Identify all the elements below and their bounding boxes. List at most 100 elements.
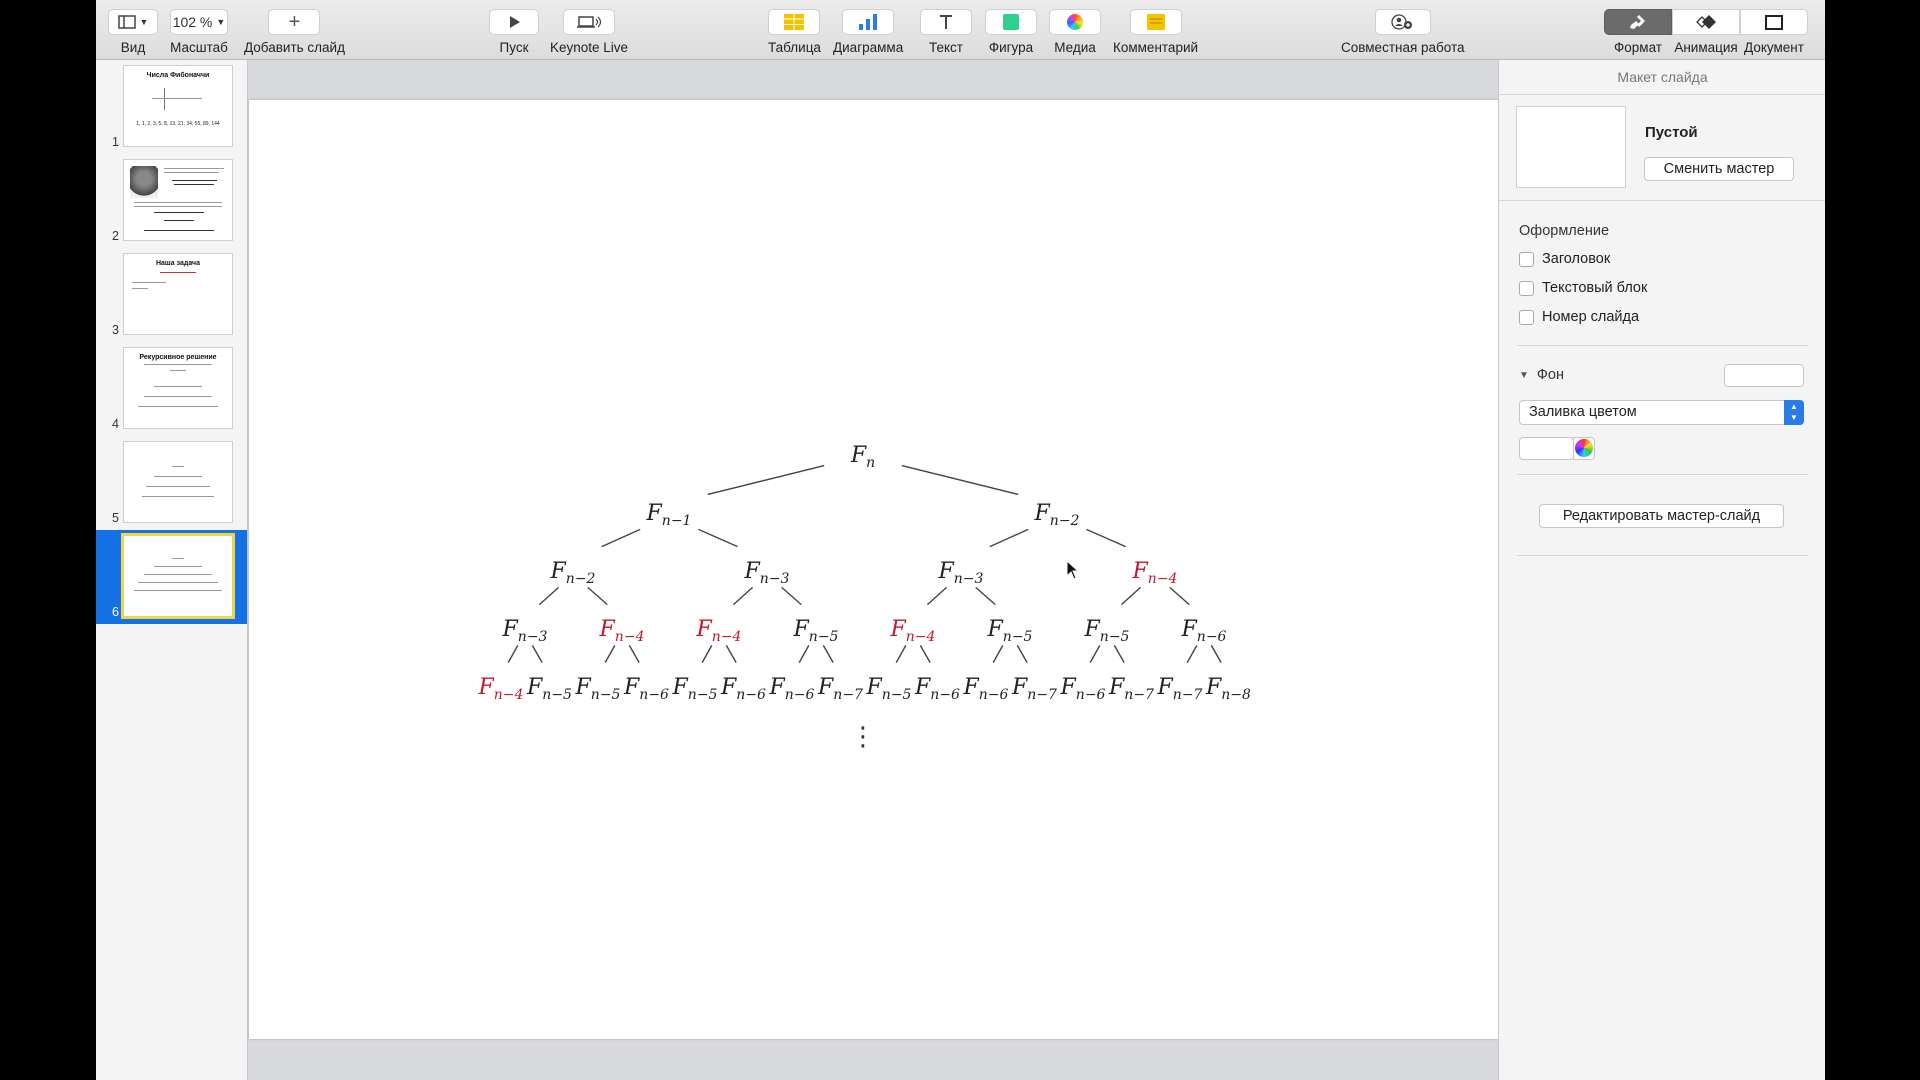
current-slide[interactable]: Fn Fn−1 Fn−2 Fn−2 Fn−3 Fn−3 Fn−4 Fn−3 Fn−4 Fn−4 Fn… [249, 100, 1499, 1039]
tree-edge [1089, 645, 1101, 663]
chart-button[interactable] [842, 9, 895, 35]
fill-color-well[interactable] [1519, 437, 1574, 460]
inspector-title: Макет слайда [1499, 60, 1825, 95]
collaborate-control[interactable]: Совместная работа [1341, 9, 1465, 55]
tree-edge [919, 645, 931, 663]
document-icon [1765, 14, 1783, 30]
slide-thumb-title: Наша задача [155, 260, 201, 267]
zoom-select[interactable]: 102 % ▼ [170, 9, 228, 35]
play-button[interactable] [489, 9, 539, 35]
chevron-down-icon: ▼ [216, 17, 226, 27]
collaborate-button[interactable] [1374, 9, 1431, 35]
tree-node: Fn−7 [1011, 675, 1057, 703]
plus-icon: + [288, 10, 301, 33]
edit-master-button[interactable]: Редактировать мастер-слайд [1539, 504, 1784, 528]
tree-edge [732, 586, 754, 606]
title-checkbox[interactable] [1519, 251, 1534, 267]
change-master-button[interactable]: Сменить мастер [1644, 157, 1794, 181]
slide-preview [124, 536, 232, 616]
tree-node: Fn−6 [1060, 675, 1106, 703]
animate-icon [1696, 15, 1716, 29]
media-label: Медиа [1054, 40, 1096, 55]
master-thumbnail[interactable] [1517, 107, 1625, 187]
background-section-toggle[interactable]: ▼ Фон [1519, 367, 1564, 383]
body-checkbox[interactable] [1519, 280, 1534, 296]
fill-type-select[interactable]: Заливка цветом ▲ ▼ [1519, 400, 1804, 425]
tree-node: Fn−5 [793, 617, 839, 645]
tree-edge [822, 645, 834, 663]
slide-thumbnail-2[interactable]: 2 [96, 154, 247, 248]
fibonacci-recursion-tree[interactable]: FnFn−1 Fn−2Fn−2 Fn−3 Fn−3 Fn−4Fn−3 Fn−4 Fn−4 Fn… [459, 420, 1289, 760]
background-color-preview[interactable] [1724, 364, 1804, 387]
format-inspector: Макет слайда Пустой Сменить мастер Оформ… [1498, 60, 1825, 1080]
add-slide-label: Добавить слайд [244, 40, 345, 55]
slide-thumbnail-4[interactable]: Рекурсивное решение 4 [96, 342, 247, 436]
play-icon [510, 16, 520, 28]
slide-number-checkbox[interactable] [1519, 309, 1534, 325]
zoom-control[interactable]: 102 % ▼ Масштаб [170, 9, 228, 55]
tree-edge [1169, 586, 1190, 606]
add-slide-control[interactable]: + Добавить слайд [244, 9, 345, 55]
tree-node: Fn−5 [987, 617, 1033, 645]
tree-ellipsis: ⋮ [850, 722, 876, 752]
format-tab-button[interactable] [1604, 9, 1672, 35]
slide-canvas[interactable]: Fn Fn−1 Fn−2 Fn−2 Fn−3 Fn−3 Fn−4 Fn−3 Fn−4 Fn−4 Fn… [248, 60, 1499, 1080]
tree-node: Fn−5 [575, 675, 621, 703]
slide-thumbnail-6[interactable]: 6 [96, 530, 247, 624]
view-control[interactable]: ▼ Вид [108, 9, 158, 55]
keynote-live-control[interactable]: Keynote Live [550, 9, 628, 55]
chevron-down-icon: ▼ [139, 17, 149, 27]
tree-edge [798, 645, 810, 663]
tree-node: Fn−7 [1157, 675, 1203, 703]
tree-node: Fn−5 [672, 675, 718, 703]
color-picker-button[interactable] [1573, 437, 1595, 460]
slide-thumbnail-5[interactable]: 5 [96, 436, 247, 530]
text-button[interactable] [920, 9, 972, 35]
tree-edge [538, 586, 560, 606]
tree-node: Fn−3 [938, 559, 984, 587]
slide-thumbnail-3[interactable]: Наша задача 3 [96, 248, 247, 342]
collaborate-label: Совместная работа [1341, 40, 1465, 55]
chart-label: Диаграмма [833, 40, 904, 55]
slide-number: 6 [112, 605, 119, 619]
tree-edge [1120, 586, 1142, 606]
paintbrush-icon [1630, 15, 1645, 29]
document-label: Документ [1744, 40, 1804, 55]
view-label: Вид [120, 40, 146, 55]
format-label: Формат [1614, 40, 1662, 55]
table-control[interactable]: Таблица [768, 9, 821, 55]
add-slide-button[interactable]: + [268, 9, 321, 35]
title-checkbox-label: Заголовок [1542, 251, 1611, 267]
keynote-live-button[interactable] [563, 9, 616, 35]
tree-node: Fn−4 [890, 617, 936, 645]
comment-button[interactable] [1129, 9, 1182, 35]
shape-button[interactable] [985, 9, 1037, 35]
play-control[interactable]: Пуск [489, 9, 539, 55]
animate-tab-button[interactable] [1672, 9, 1740, 35]
add-person-icon [1391, 14, 1412, 30]
text-control[interactable]: Текст [920, 9, 972, 55]
tree-edge [628, 645, 640, 663]
slide-thumbnail-1[interactable]: Числа Фибоначчи 1, 1, 2, 3, 5, 8, 13, 21… [96, 60, 247, 154]
media-control[interactable]: Медиа [1049, 9, 1101, 55]
slide-number: 4 [112, 417, 119, 431]
view-button[interactable]: ▼ [108, 9, 158, 35]
tree-edge [926, 586, 948, 606]
tree-edge [601, 528, 641, 548]
body-checkbox-row[interactable]: Текстовый блок [1519, 280, 1647, 296]
shape-control[interactable]: Фигура [985, 9, 1037, 55]
background-title: Фон [1536, 367, 1565, 383]
color-wheel-icon [1575, 439, 1593, 457]
comment-control[interactable]: Комментарий [1113, 9, 1198, 55]
table-button[interactable] [768, 9, 821, 35]
tree-node: Fn−8 [1205, 675, 1251, 703]
tree-edge [901, 464, 1019, 496]
title-checkbox-row[interactable]: Заголовок [1519, 251, 1610, 267]
slide-number-checkbox-row[interactable]: Номер слайда [1519, 309, 1639, 325]
media-button[interactable] [1049, 9, 1101, 35]
tree-edge [604, 645, 616, 663]
document-tab-button[interactable] [1740, 9, 1808, 35]
chart-control[interactable]: Диаграмма [833, 9, 903, 55]
keynote-live-label: Keynote Live [550, 40, 629, 55]
tree-node: Fn−4 [478, 675, 524, 703]
